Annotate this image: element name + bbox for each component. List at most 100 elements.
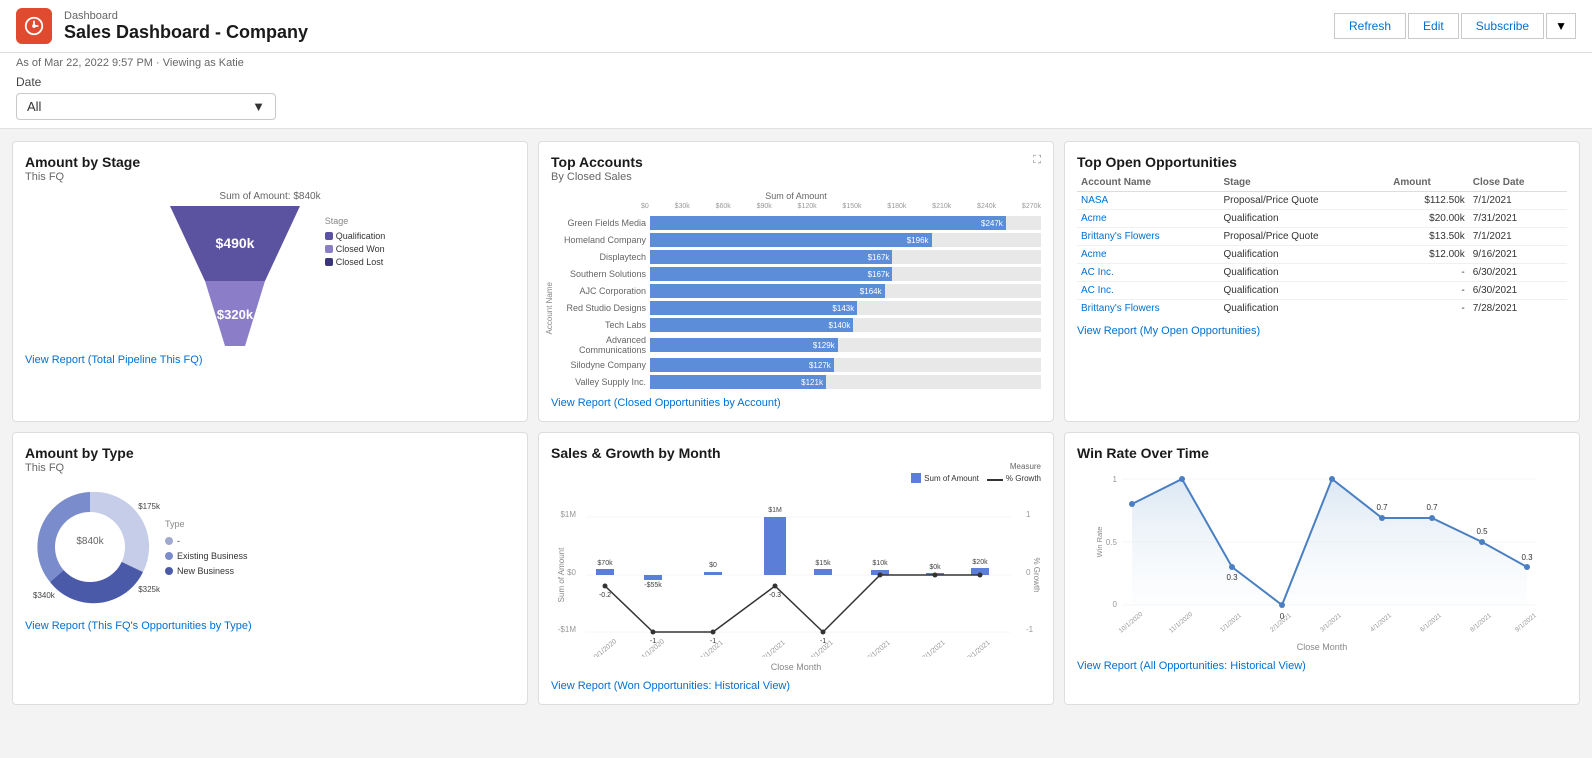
svg-text:$0: $0: [709, 562, 717, 569]
date-filter[interactable]: All ▼: [16, 93, 276, 120]
svg-text:$490k: $490k: [215, 235, 254, 251]
amount-type-report-link[interactable]: View Report (This FQ's Opportunities by …: [25, 620, 515, 632]
card-amount-by-stage: Amount by Stage This FQ Sum of Amount: $…: [12, 141, 528, 422]
opp-amount: $12.00k: [1389, 246, 1469, 264]
amount-type-title: Amount by Type: [25, 445, 515, 461]
refresh-button[interactable]: Refresh: [1334, 13, 1406, 39]
opp-amount: $112.50k: [1389, 192, 1469, 210]
bar-fill: $121k: [650, 375, 826, 389]
card-win-rate: Win Rate Over Time 1 0.5 0: [1064, 432, 1580, 705]
breadcrumb: Dashboard: [64, 10, 308, 22]
bar-track: $196k: [650, 233, 1041, 247]
bar-fill: $127k: [650, 358, 834, 372]
svg-text:1/1/2021: 1/1/2021: [1219, 612, 1243, 634]
bar-fill: $140k: [650, 318, 853, 332]
legend-existing-business: Existing Business: [165, 551, 248, 561]
funnel-chart: $490k $320k Stage Qualification: [25, 206, 515, 346]
opp-amount: -: [1389, 264, 1469, 282]
page-title: Sales Dashboard - Company: [64, 22, 308, 43]
opp-close-date: 7/31/2021: [1469, 210, 1567, 228]
bar-track: $121k: [650, 375, 1041, 389]
svg-text:9/1/2021: 9/1/2021: [966, 639, 991, 657]
table-row: AC Inc. Qualification - 6/30/2021: [1077, 264, 1567, 282]
amount-stage-title: Amount by Stage: [25, 154, 515, 170]
opp-close-date: 9/16/2021: [1469, 246, 1567, 264]
bar-track: $127k: [650, 358, 1041, 372]
bar-row: Displaytech $167k: [551, 250, 1041, 264]
header: Dashboard Sales Dashboard - Company Refr…: [0, 0, 1592, 53]
edit-button[interactable]: Edit: [1408, 13, 1459, 39]
bar-row: Southern Solutions $167k: [551, 267, 1041, 281]
bar-value: $247k: [981, 219, 1003, 228]
funnel-upper-segment: $490k: [155, 206, 315, 281]
opp-account-name[interactable]: AC Inc.: [1077, 264, 1220, 282]
svg-text:3/1/2021: 3/1/2021: [761, 639, 786, 657]
opp-account-name[interactable]: NASA: [1077, 192, 1220, 210]
svg-text:0.7: 0.7: [1426, 503, 1438, 512]
bar-row: Advanced Communications $129k: [551, 335, 1041, 355]
win-rate-chart: 1 0.5 0 0.3 0: [1077, 462, 1567, 640]
sales-growth-chart: $1M $0 -$1M 1 0 -1 $70k -$55k: [551, 487, 1041, 660]
top-accounts-title: Top Accounts: [551, 154, 643, 170]
opp-stage: Proposal/Price Quote: [1220, 228, 1390, 246]
table-header-row: Account Name Stage Amount Close Date: [1077, 174, 1567, 192]
bar-axis-account-label: Account Name: [545, 282, 554, 334]
table-row: Brittany's Flowers Qualification - 7/28/…: [1077, 300, 1567, 318]
opp-account-name[interactable]: Brittany's Flowers: [1077, 300, 1220, 318]
donut-chart: $840k $175k $325k $340k: [25, 482, 155, 612]
svg-text:$840k: $840k: [76, 536, 104, 547]
svg-text:0.5: 0.5: [1106, 538, 1118, 547]
title-block: Dashboard Sales Dashboard - Company: [64, 10, 308, 43]
legend-closed-won: Closed Won: [325, 244, 386, 254]
card-sales-growth: Sales & Growth by Month Measure Sum of A…: [538, 432, 1054, 705]
legend-qualification: Qualification: [325, 231, 386, 241]
svg-text:3/1/2021: 3/1/2021: [1319, 612, 1343, 634]
opp-account-name[interactable]: AC Inc.: [1077, 282, 1220, 300]
wr-x-axis-label: Close Month: [1077, 642, 1567, 652]
amount-stage-report-link[interactable]: View Report (Total Pipeline This FQ): [25, 354, 515, 366]
filter-label: Date: [16, 75, 1576, 89]
bar-value: $164k: [860, 287, 882, 296]
svg-text:6/1/2021: 6/1/2021: [1419, 612, 1443, 634]
svg-text:% Growth: % Growth: [1032, 557, 1041, 592]
sales-growth-legend-items: Sum of Amount % Growth: [551, 473, 1041, 483]
bar-axis-labels: $0$30k$60k$90k$120k$150k$180k$210k$240k$…: [551, 203, 1041, 210]
opp-close-date: 7/1/2021: [1469, 228, 1567, 246]
sales-growth-svg: $1M $0 -$1M 1 0 -1 $70k -$55k: [551, 487, 1041, 657]
legend-qualification-label: Qualification: [336, 231, 386, 241]
header-actions: Refresh Edit Subscribe ▼: [1334, 13, 1576, 39]
opp-stage: Qualification: [1220, 300, 1390, 318]
funnel-lower-segment: $320k: [155, 281, 315, 346]
top-open-opp-report-link[interactable]: View Report (My Open Opportunities): [1077, 325, 1567, 337]
bar-value: $127k: [809, 361, 831, 370]
bar-fill: $167k: [650, 267, 892, 281]
opp-account-name[interactable]: Acme: [1077, 246, 1220, 264]
sales-growth-report-link[interactable]: View Report (Won Opportunities: Historic…: [551, 680, 1041, 692]
bar-value: $167k: [868, 253, 890, 262]
bar-track: $167k: [650, 267, 1041, 281]
legend-closed-won-label: Closed Won: [336, 244, 385, 254]
svg-text:10/1/2020: 10/1/2020: [590, 638, 618, 657]
win-rate-report-link[interactable]: View Report (All Opportunities: Historic…: [1077, 660, 1567, 672]
top-accounts-report-link[interactable]: View Report (Closed Opportunities by Acc…: [551, 397, 1041, 409]
bar-value: $129k: [813, 341, 835, 350]
svg-text:$0k: $0k: [929, 564, 941, 571]
more-actions-button[interactable]: ▼: [1546, 13, 1576, 39]
svg-text:11/1/2020: 11/1/2020: [1168, 611, 1195, 635]
svg-text:8/1/2021: 8/1/2021: [921, 639, 946, 657]
bar-row: Homeland Company $196k: [551, 233, 1041, 247]
bar-track: $167k: [650, 250, 1041, 264]
expand-icon[interactable]: ⛶: [1033, 154, 1041, 167]
table-row: Acme Qualification $20.00k 7/31/2021: [1077, 210, 1567, 228]
svg-text:8/1/2021: 8/1/2021: [1469, 612, 1493, 634]
bar-fill: $167k: [650, 250, 892, 264]
bar-name: AJC Corporation: [551, 286, 646, 296]
opp-amount: -: [1389, 282, 1469, 300]
opp-account-name[interactable]: Acme: [1077, 210, 1220, 228]
svg-text:0.5: 0.5: [1476, 527, 1488, 536]
svg-text:9/1/2021: 9/1/2021: [1514, 612, 1538, 634]
amount-type-subtitle: This FQ: [25, 462, 515, 474]
opp-account-name[interactable]: Brittany's Flowers: [1077, 228, 1220, 246]
legend-closed-lost-dot: [325, 258, 333, 266]
subscribe-button[interactable]: Subscribe: [1461, 13, 1544, 39]
